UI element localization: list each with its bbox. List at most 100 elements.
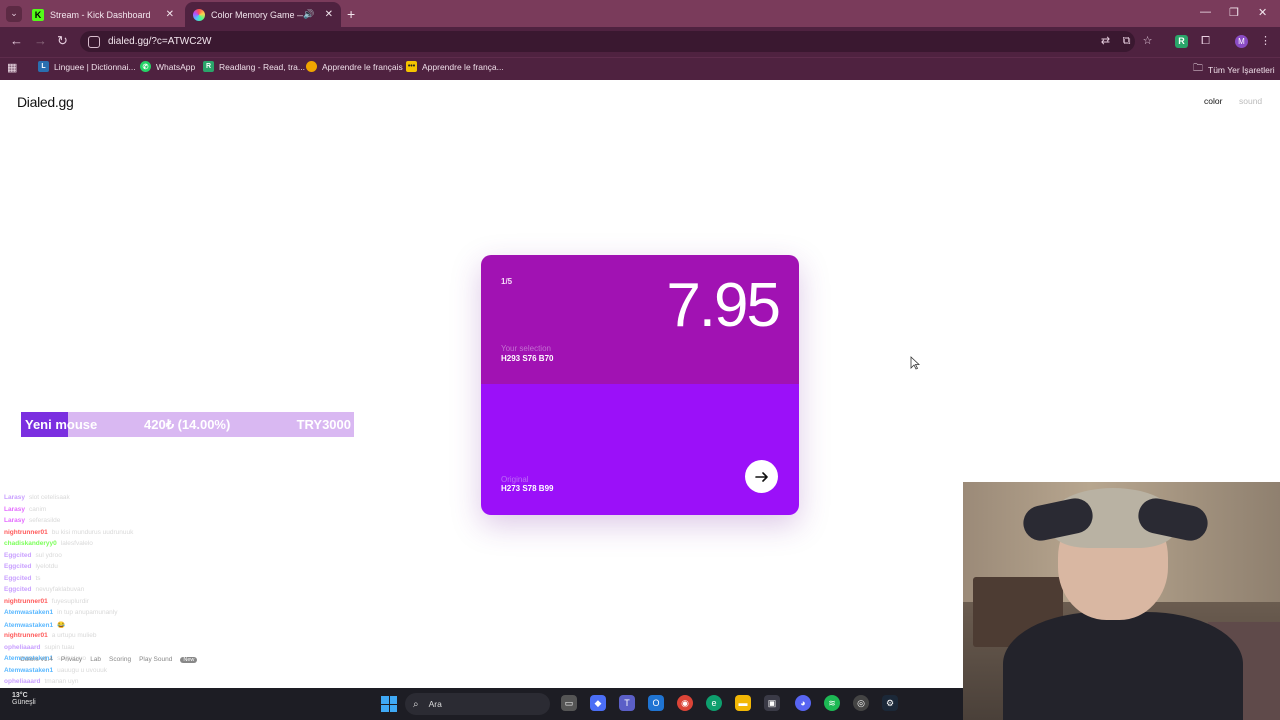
chat-text: ts: [35, 574, 41, 582]
bookmark-apprendre-1[interactable]: Apprendre le français: [306, 61, 403, 72]
tab-search-icon[interactable]: ⌄: [6, 5, 22, 22]
chat-message: opheliaaard supin tuau: [4, 644, 254, 656]
bookmark-label: Apprendre le français: [322, 61, 403, 72]
chat-message: Larasy canim: [4, 506, 254, 518]
all-bookmarks[interactable]: 🗀 Tüm Yer İşaretleri: [1193, 61, 1275, 78]
speaker-icon[interactable]: 🔊: [303, 9, 314, 20]
linguee-icon: L: [38, 61, 49, 72]
chat-message: Atemwastaken1 😂: [4, 621, 254, 633]
round-counter: 1/5: [501, 277, 513, 286]
chat-text: 😂: [57, 621, 66, 629]
site-info-icon[interactable]: [88, 35, 100, 48]
tab-label: Stream - Kick Dashboard: [50, 9, 151, 20]
weather-desc: Güneşli: [12, 699, 36, 706]
footer-link[interactable]: Play Sound: [139, 656, 172, 663]
footer-link[interactable]: Privacy: [61, 656, 82, 663]
install-icon[interactable]: ⧉: [1120, 35, 1133, 48]
search-placeholder: Ara: [428, 699, 442, 709]
nav-sound[interactable]: sound: [1239, 96, 1262, 106]
footer-link[interactable]: Colors v1.4: [20, 656, 53, 663]
chat-username: chadiskanderyy0: [4, 540, 57, 547]
chat-text: supin tuau: [44, 643, 75, 651]
site-logo[interactable]: Dialed.gg: [17, 94, 74, 110]
new-tab-button[interactable]: +: [347, 6, 355, 22]
tab-color-memory-game[interactable]: Color Memory Game — Ho 🔊 ✕: [185, 2, 341, 27]
taskbar-search[interactable]: ⌕ Ara: [405, 693, 550, 715]
chat-message: Atemwastaken1 uauugu u uvouuk: [4, 667, 254, 679]
close-icon[interactable]: ✕: [166, 9, 174, 20]
obs-icon[interactable]: ◎: [853, 695, 869, 711]
footer-link[interactable]: Scoring: [109, 656, 131, 663]
folder-icon: 🗀: [1193, 63, 1203, 74]
address-bar[interactable]: dialed.gg/?c=ATWC2W: [80, 31, 1135, 52]
task-view-icon[interactable]: ▭: [561, 695, 577, 711]
minimize-icon[interactable]: —: [1200, 6, 1211, 18]
translate-icon[interactable]: ⇄: [1099, 35, 1112, 48]
outlook-icon[interactable]: O: [648, 695, 664, 711]
menu-icon[interactable]: ⋮: [1259, 35, 1272, 48]
nav-color[interactable]: color: [1204, 96, 1222, 106]
chat-username: Atemwastaken1: [4, 621, 54, 629]
file-explorer-icon[interactable]: ▬: [735, 695, 751, 711]
tab-kick-dashboard[interactable]: K Stream - Kick Dashboard ✕: [24, 2, 182, 27]
reload-icon[interactable]: ↻: [57, 33, 68, 49]
weather-temp: 13°C: [12, 692, 28, 699]
chat-message: nightrunner01 a urtupu mulieb: [4, 632, 254, 644]
chat-text: bu kisi mundurus uudrunuuk: [51, 528, 134, 536]
apps-icon[interactable]: ▦: [7, 61, 17, 74]
original-value: H273 S78 B99: [501, 484, 554, 493]
result-card: 1/5 7.95 Your selection H293 S76 B70 Ori…: [481, 255, 799, 515]
chrome-icon[interactable]: ◉: [677, 695, 693, 711]
chat-username: nightrunner01: [4, 528, 48, 536]
chat-text: lyelotdu: [35, 563, 58, 570]
bookmark-label: Apprendre le frança...: [422, 61, 504, 72]
discord-icon[interactable]: ◕: [795, 695, 811, 711]
steam-icon[interactable]: ⚙: [882, 695, 898, 711]
next-button[interactable]: [745, 460, 778, 493]
footer-link[interactable]: Lab: [90, 656, 101, 663]
forward-icon[interactable]: →: [34, 33, 47, 48]
chat-message: Eggcited nevuyfaklabuvan: [4, 586, 254, 598]
kick-icon: K: [32, 8, 44, 21]
chat-text: lalesfvalelo: [60, 540, 93, 547]
window-close-icon[interactable]: ✕: [1258, 6, 1267, 19]
star-icon[interactable]: ☆: [1141, 35, 1154, 48]
chat-username: nightrunner01: [4, 597, 48, 605]
chat-text: a urtupu mulieb: [51, 632, 97, 639]
teams-icon[interactable]: T: [619, 695, 635, 711]
chat-text: uauugu u uvouuk: [57, 666, 108, 674]
bookmark-apprendre-2[interactable]: ••• Apprendre le frança...: [406, 61, 504, 72]
bookmark-readlang[interactable]: R Readlang - Read, tra...: [203, 61, 305, 72]
close-icon[interactable]: ✕: [325, 9, 333, 20]
search-icon: ⌕: [413, 698, 419, 710]
chat-username: Eggcited: [4, 574, 32, 582]
weather-widget[interactable]: 13°C Güneşli: [12, 692, 36, 706]
new-badge: New: [180, 656, 198, 663]
bookmark-linguee[interactable]: L Linguee | Dictionnai...: [38, 61, 136, 72]
goal-amount: 420₺ (14.00%): [144, 417, 231, 432]
stream-chat: Larasy slot cetelisaak Larasy canim Larasy se…: [4, 494, 254, 713]
dots-icon: •••: [406, 61, 417, 72]
goal-target: TRY3000: [296, 417, 351, 432]
back-icon[interactable]: ←: [10, 33, 23, 48]
store-icon[interactable]: ▣: [764, 695, 780, 711]
webcam-feed: [963, 482, 1280, 720]
chat-message: nightrunner01 fuyesuplurdir: [4, 598, 254, 610]
spotify-icon[interactable]: ≋: [824, 695, 840, 711]
bookmark-label: WhatsApp: [156, 61, 196, 72]
bookmark-label: Linguee | Dictionnai...: [54, 61, 136, 72]
profile-avatar[interactable]: M: [1235, 35, 1248, 48]
maximize-icon[interactable]: ❐: [1229, 6, 1239, 19]
chat-username: Eggcited: [4, 586, 32, 593]
chat-text: nevuyfaklabuvan: [35, 586, 85, 593]
start-button[interactable]: [381, 696, 397, 712]
bookmark-whatsapp[interactable]: ✆ WhatsApp: [140, 61, 195, 72]
chat-text: slot cetelisaak: [28, 494, 70, 501]
original-label: Original: [501, 475, 529, 484]
chat-username: Larasy: [4, 517, 25, 524]
readlang-extension-icon[interactable]: R: [1175, 35, 1188, 48]
extensions-icon[interactable]: ⧠: [1199, 35, 1212, 48]
copilot-icon[interactable]: ◆: [590, 695, 606, 711]
edge-icon[interactable]: e: [706, 695, 722, 711]
selection-swatch: 1/5 7.95 Your selection H293 S76 B70: [481, 255, 799, 384]
